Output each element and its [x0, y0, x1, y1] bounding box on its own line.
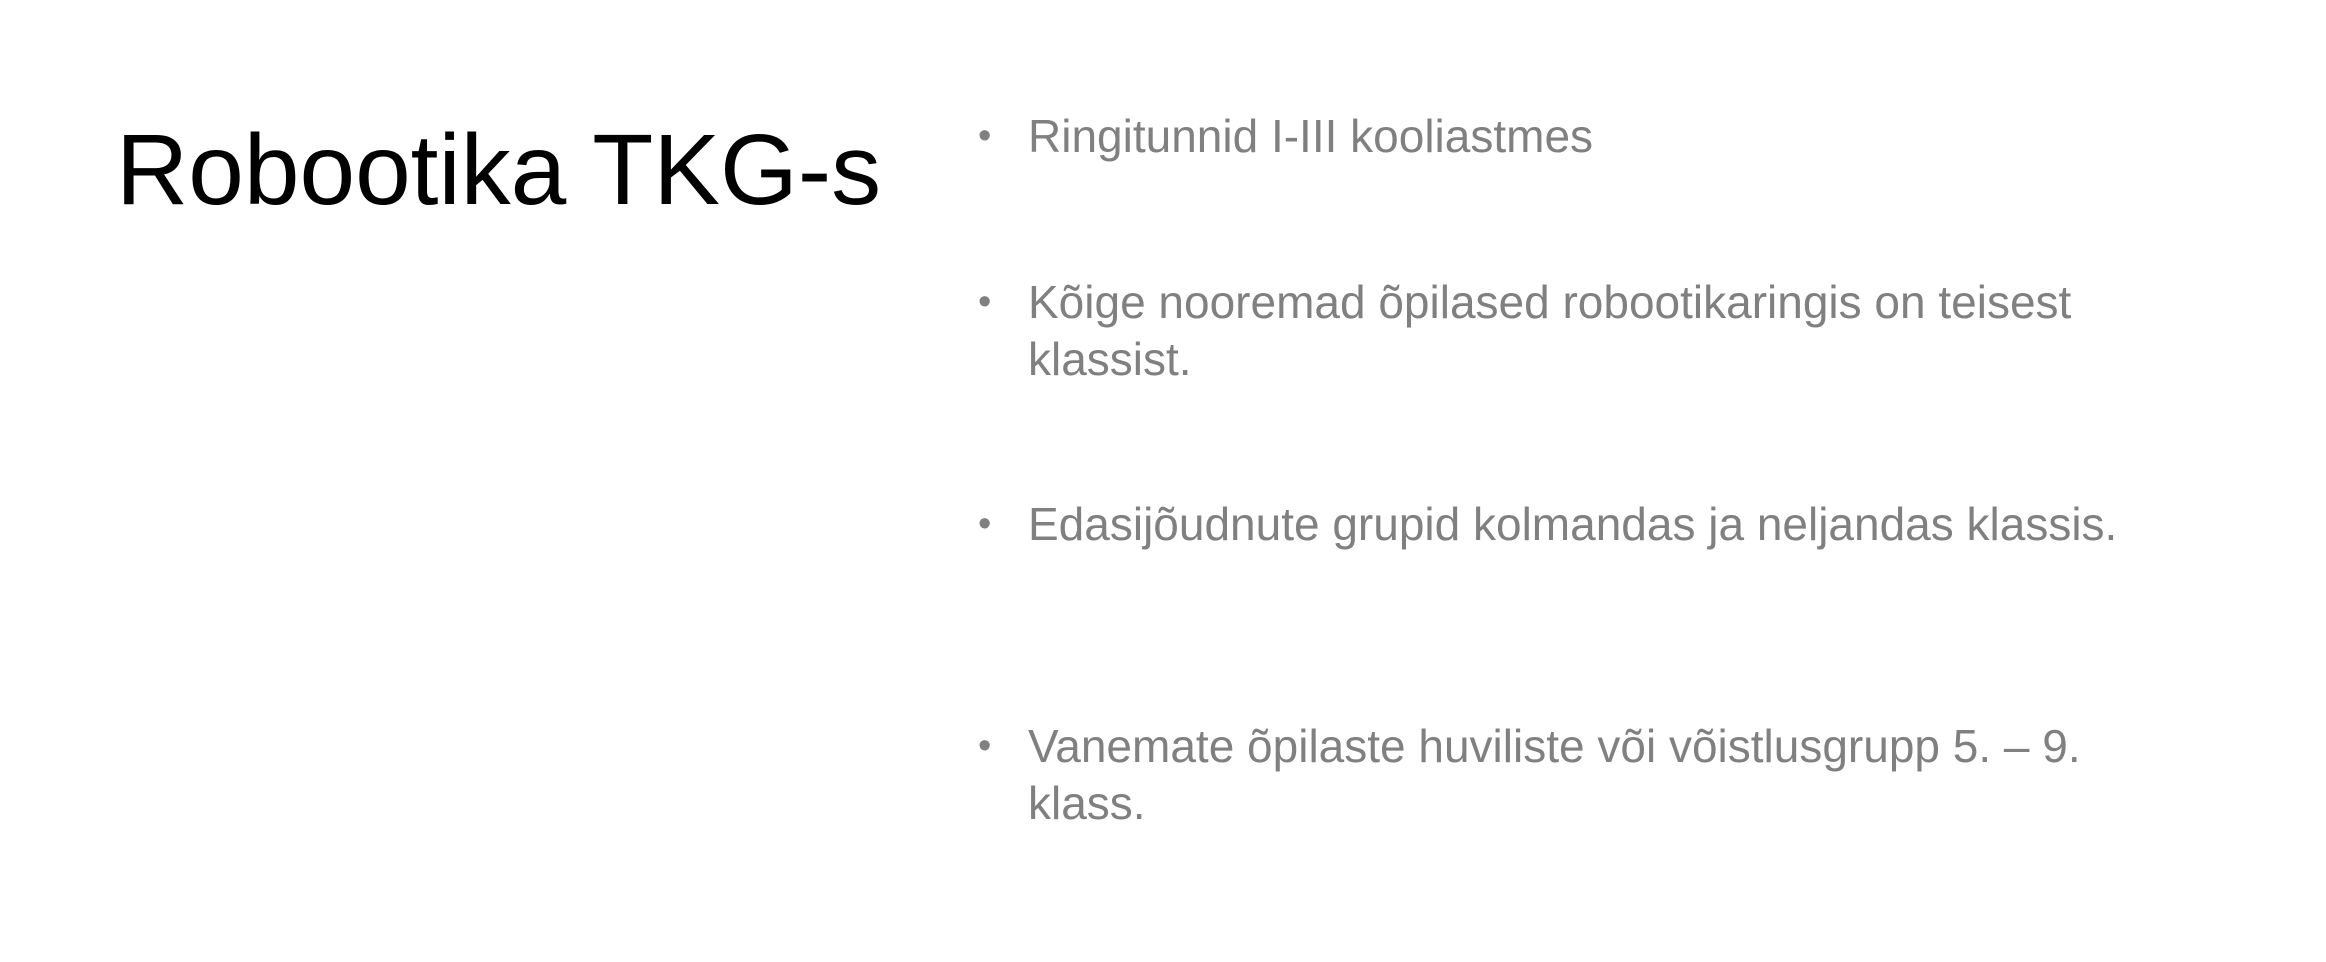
bullet-text: Vanemate õpilaste huviliste või võistlus… — [1028, 720, 2081, 829]
bullet-dot-icon: • — [978, 281, 992, 323]
bullet-dot-icon: • — [978, 115, 992, 157]
slide-title: Robootika TKG-s — [116, 114, 882, 226]
bullet-dot-icon: • — [978, 725, 992, 767]
bullet-text: Edasijõudnute grupid kolmandas ja neljan… — [1028, 498, 2118, 550]
bullet-text: Kõige nooremad õpilased robootikaringis … — [1028, 276, 2072, 385]
slide: Robootika TKG-s • Ringitunnid I-III kool… — [0, 0, 2326, 962]
bullet-item: • Ringitunnid I-III kooliastmes — [978, 108, 2158, 165]
bullet-text: Ringitunnid I-III kooliastmes — [1028, 110, 1594, 162]
bullet-item: • Vanemate õpilaste huviliste või võistl… — [978, 718, 2158, 832]
bullet-item: • Edasijõudnute grupid kolmandas ja nelj… — [978, 496, 2158, 553]
bullet-item: • Kõige nooremad õpilased robootikaringi… — [978, 274, 2158, 388]
bullet-dot-icon: • — [978, 503, 992, 545]
